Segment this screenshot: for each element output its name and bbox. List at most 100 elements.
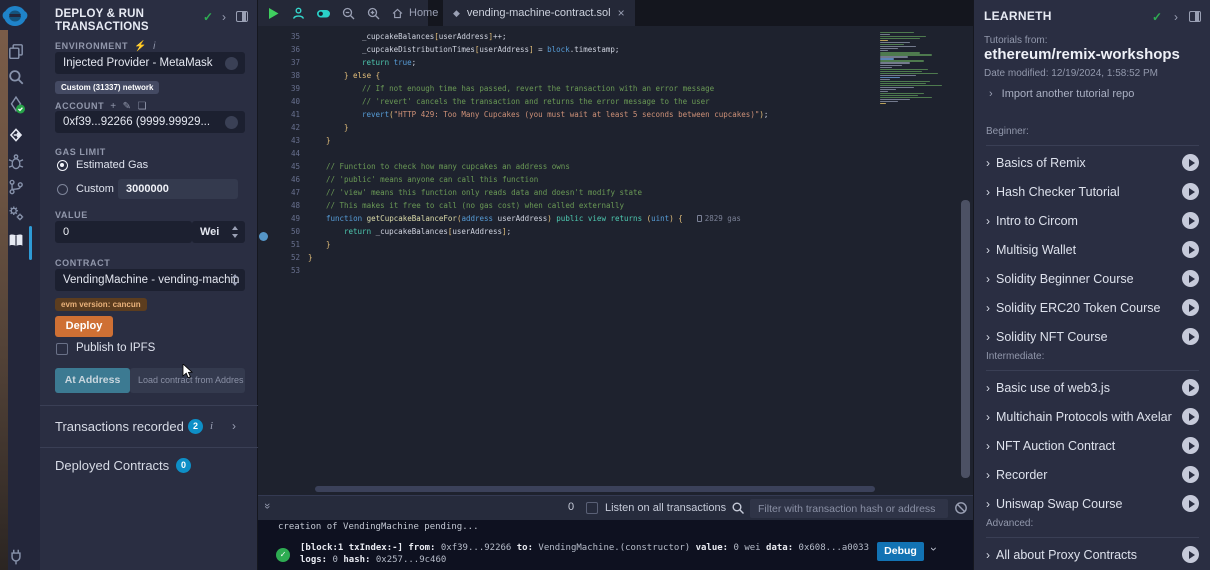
code-editor[interactable]: 35_cupcakeBalances[userAddress]++;36_cup…: [258, 30, 973, 485]
breakpoint-dot[interactable]: [259, 232, 268, 241]
chevron-right-icon: ›: [986, 330, 990, 344]
estimated-gas-radio[interactable]: [57, 160, 68, 171]
chevron-right-icon: ›: [986, 185, 990, 199]
vertical-scrollbar[interactable]: [961, 200, 970, 478]
toggle-icon[interactable]: [316, 6, 331, 21]
code-line-39: 39// If not enough time has passed, reve…: [258, 82, 714, 95]
minimap-line: [880, 87, 914, 88]
transaction-log[interactable]: [block:1 txIndex:-] from: 0xf39...92266 …: [300, 542, 870, 566]
contract-spinner-icon[interactable]: [232, 274, 239, 286]
play-tutorial-button[interactable]: [1182, 437, 1199, 454]
editor-minimap[interactable]: [880, 32, 954, 110]
learneth-book-icon[interactable]: [7, 232, 25, 250]
remix-logo-icon[interactable]: [2, 5, 28, 29]
account-select[interactable]: 0xf39...92266 (9999.99929...: [55, 111, 245, 133]
learneth-panel: LEARNETH ✓ › Tutorials from: ethereum/re…: [973, 0, 1210, 570]
environment-settings-icon[interactable]: [225, 57, 238, 70]
info-icon[interactable]: i: [153, 41, 156, 52]
line-number: 46: [258, 175, 300, 184]
play-tutorial-button[interactable]: [1182, 212, 1199, 229]
transactions-info-icon[interactable]: i: [210, 420, 213, 432]
tx-expand-chevron[interactable]: ›: [927, 547, 941, 551]
environment-select[interactable]: Injected Provider - MetaMask: [55, 52, 245, 74]
play-tutorial-button[interactable]: [1182, 241, 1199, 258]
chevron-right-icon: ›: [986, 156, 990, 170]
tutorial-item-label: Solidity ERC20 Token Course: [996, 301, 1182, 315]
tutorial-item[interactable]: ›Solidity NFT Course: [986, 322, 1199, 351]
debug-button[interactable]: Debug: [877, 542, 924, 561]
tutorial-item[interactable]: ›Recorder: [986, 460, 1199, 489]
tutorial-item[interactable]: ›All about Proxy Contracts: [986, 540, 1199, 569]
play-tutorial-button[interactable]: [1182, 408, 1199, 425]
tutorial-item[interactable]: ›Basic use of web3.js: [986, 373, 1199, 402]
publish-ipfs-checkbox[interactable]: [56, 343, 68, 355]
play-tutorial-button[interactable]: [1182, 154, 1199, 171]
panel-chevron-icon[interactable]: ›: [222, 10, 226, 24]
listen-transactions-checkbox[interactable]: [586, 502, 598, 514]
minimap-line: [880, 52, 920, 53]
tutorial-item[interactable]: ›Hash Checker Tutorial: [986, 177, 1199, 206]
tutorial-item[interactable]: ›Solidity Beginner Course: [986, 264, 1199, 293]
import-tutorial-repo[interactable]: ›Import another tutorial repo: [989, 88, 1134, 100]
value-input[interactable]: 0: [55, 221, 192, 243]
debugger-icon[interactable]: [7, 153, 25, 171]
minimap-line: [880, 69, 928, 70]
play-tutorial-button[interactable]: [1182, 546, 1199, 563]
play-tutorial-button[interactable]: [1182, 299, 1199, 316]
close-tab-icon[interactable]: ×: [618, 6, 625, 20]
panel-layout-icon[interactable]: [236, 11, 248, 22]
at-address-button[interactable]: At Address: [55, 368, 130, 393]
play-tutorial-button[interactable]: [1182, 270, 1199, 287]
zoom-out-icon[interactable]: [341, 6, 356, 21]
minimap-line: [880, 56, 908, 57]
transactions-expand-chevron[interactable]: ›: [232, 419, 236, 433]
minimap-line: [880, 58, 894, 59]
gas-limit-label: GAS LIMIT: [55, 147, 106, 157]
learneth-layout-icon[interactable]: [1189, 11, 1201, 22]
line-number: 44: [258, 149, 300, 158]
solidity-compiler-icon[interactable]: [7, 96, 25, 114]
search-icon[interactable]: [7, 68, 25, 86]
horizontal-scrollbar[interactable]: [315, 486, 875, 492]
tutorial-item[interactable]: ›Solidity ERC20 Token Course: [986, 293, 1199, 322]
environment-label: ENVIRONMENT⚡i: [55, 41, 156, 52]
terminal-search-icon[interactable]: [731, 501, 745, 515]
git-icon[interactable]: [7, 178, 25, 196]
unit-spinner-icon[interactable]: [232, 226, 239, 238]
play-tutorial-button[interactable]: [1182, 328, 1199, 345]
transaction-filter-input[interactable]: [750, 499, 948, 518]
contract-select[interactable]: VendingMachine - vending-machin: [55, 269, 245, 291]
run-script-icon[interactable]: [266, 6, 281, 21]
chevron-right-icon: ›: [986, 410, 990, 424]
chevron-right-icon: ›: [986, 548, 990, 562]
play-tutorial-button[interactable]: [1182, 379, 1199, 396]
estimated-gas-label: Estimated Gas: [76, 159, 148, 171]
custom-gas-radio[interactable]: [57, 184, 68, 195]
play-tutorial-button[interactable]: [1182, 495, 1199, 512]
plug-icon[interactable]: ⚡: [134, 41, 147, 52]
deploy-button[interactable]: Deploy: [55, 316, 113, 337]
zoom-in-icon[interactable]: [366, 6, 381, 21]
learneth-chevron-icon[interactable]: ›: [1174, 10, 1178, 24]
tutorial-item[interactable]: ›Uniswap Swap Course: [986, 489, 1199, 518]
assistant-icon[interactable]: [291, 6, 306, 21]
deploy-run-icon[interactable]: [7, 126, 25, 144]
tutorial-item[interactable]: ›NFT Auction Contract: [986, 431, 1199, 460]
value-unit-select[interactable]: Wei: [192, 221, 245, 243]
play-tutorial-button[interactable]: [1182, 466, 1199, 483]
tab-vending-machine-contract[interactable]: ◆ vending-machine-contract.sol ×: [443, 0, 635, 26]
custom-gas-input[interactable]: 3000000: [118, 179, 238, 199]
home-tab[interactable]: Home: [391, 7, 438, 20]
terminal-expand-icon[interactable]: »: [261, 503, 273, 509]
account-settings-icon[interactable]: [225, 116, 238, 129]
tutorial-item[interactable]: ›Multisig Wallet: [986, 235, 1199, 264]
tutorial-item[interactable]: ›Intro to Circom: [986, 206, 1199, 235]
file-explorer-icon[interactable]: [7, 42, 25, 60]
minimap-line: [880, 34, 890, 35]
plugin-manager-icon[interactable]: [7, 548, 25, 566]
clear-terminal-icon[interactable]: [954, 501, 968, 515]
settings-icon[interactable]: [7, 204, 25, 222]
tutorial-item[interactable]: ›Basics of Remix: [986, 148, 1199, 177]
play-tutorial-button[interactable]: [1182, 183, 1199, 200]
tutorial-item[interactable]: ›Multichain Protocols with Axelar: [986, 402, 1199, 431]
